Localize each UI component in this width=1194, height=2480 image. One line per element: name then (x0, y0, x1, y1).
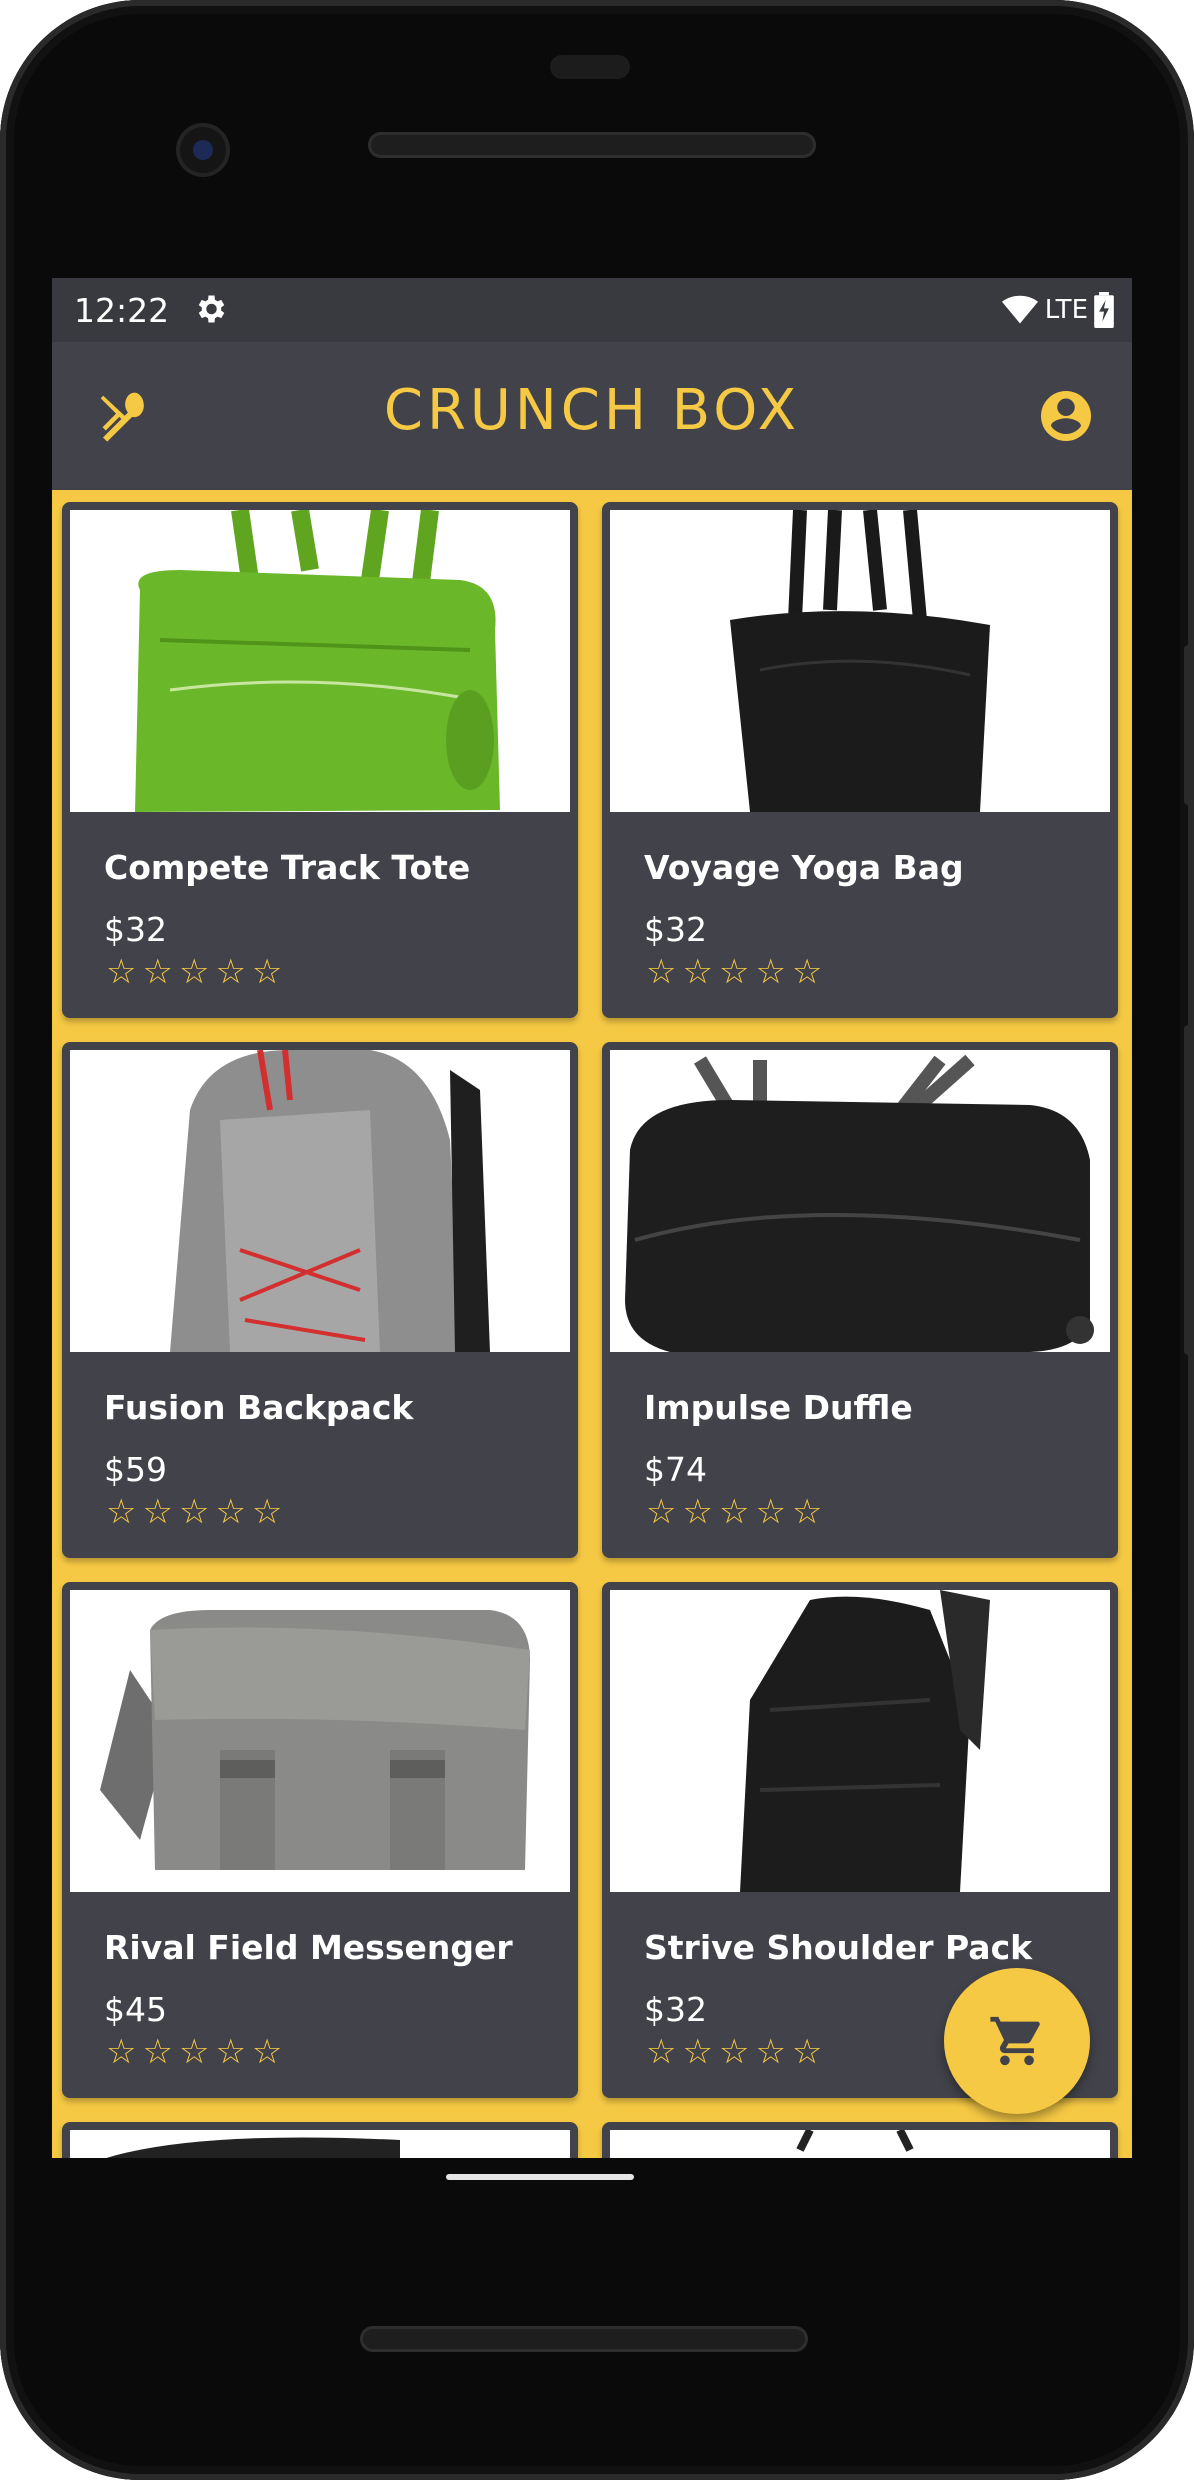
product-image-black-duffle (610, 1050, 1110, 1352)
product-image-black-tote (610, 510, 1110, 812)
star-rating: ☆☆☆☆☆ (646, 2032, 829, 2072)
product-card[interactable]: Impulse Duffle $74 ☆☆☆☆☆ (602, 1042, 1118, 1558)
product-card[interactable] (602, 2122, 1118, 2158)
product-image-partial (70, 2130, 570, 2158)
product-price: $32 (644, 910, 707, 949)
bottom-speaker (360, 2326, 808, 2352)
front-camera (176, 123, 230, 177)
product-name: Compete Track Tote (104, 848, 471, 887)
status-time: 12:22 (74, 290, 170, 330)
product-card[interactable]: Compete Track Tote $32 ☆☆☆☆☆ (62, 502, 578, 1018)
volume-button (1184, 645, 1194, 805)
status-bar: 12:22 LTE (52, 278, 1132, 342)
network-label: LTE (1044, 295, 1088, 325)
status-indicators: LTE (1001, 292, 1114, 328)
product-price: $32 (644, 1990, 707, 2029)
wifi-icon (1001, 295, 1038, 324)
star-rating: ☆☆☆☆☆ (106, 2032, 289, 2072)
product-card[interactable]: Voyage Yoga Bag $32 ☆☆☆☆☆ (602, 502, 1118, 1018)
product-image-gray-messenger (70, 1590, 570, 1892)
top-speaker (368, 132, 816, 158)
product-price: $59 (104, 1450, 167, 1489)
product-card[interactable] (62, 2122, 578, 2158)
power-button (1184, 1025, 1194, 1355)
screen: 12:22 LTE CRUNCH BOX Compete Track Tote … (52, 278, 1132, 2158)
product-price: $74 (644, 1450, 707, 1489)
star-rating: ☆☆☆☆☆ (106, 1492, 289, 1532)
product-name: Impulse Duffle (644, 1388, 913, 1427)
product-image-partial (610, 2130, 1110, 2158)
phone-frame: 12:22 LTE CRUNCH BOX Compete Track Tote … (0, 0, 1194, 2480)
product-grid-area[interactable]: Compete Track Tote $32 ☆☆☆☆☆ Voyage Yoga… (52, 490, 1132, 2158)
star-rating: ☆☆☆☆☆ (646, 1492, 829, 1532)
product-name: Voyage Yoga Bag (644, 848, 964, 887)
product-name: Strive Shoulder Pack (644, 1928, 1033, 1967)
gesture-nav-pill[interactable] (446, 2174, 634, 2180)
star-rating: ☆☆☆☆☆ (646, 952, 829, 992)
earpiece (550, 55, 630, 79)
cart-fab-button[interactable] (944, 1968, 1090, 2114)
battery-icon (1094, 292, 1114, 328)
app-bar: CRUNCH BOX (52, 342, 1132, 490)
product-image-gray-backpack (70, 1050, 570, 1352)
settings-gear-icon (192, 291, 228, 331)
product-name: Fusion Backpack (104, 1388, 414, 1427)
product-card[interactable]: Rival Field Messenger $45 ☆☆☆☆☆ (62, 1582, 578, 2098)
star-rating: ☆☆☆☆☆ (106, 952, 289, 992)
product-card[interactable]: Fusion Backpack $59 ☆☆☆☆☆ (62, 1042, 578, 1558)
product-image-green-tote (70, 510, 570, 812)
product-name: Rival Field Messenger (104, 1928, 513, 1967)
shopping-cart-icon (990, 2016, 1040, 2066)
product-grid: Compete Track Tote $32 ☆☆☆☆☆ Voyage Yoga… (62, 502, 1122, 2158)
product-image-black-shoulder-pack (610, 1590, 1110, 1892)
product-price: $45 (104, 1990, 167, 2029)
product-price: $32 (104, 910, 167, 949)
account-circle-icon[interactable] (1036, 386, 1096, 450)
app-title: CRUNCH BOX (383, 378, 801, 443)
